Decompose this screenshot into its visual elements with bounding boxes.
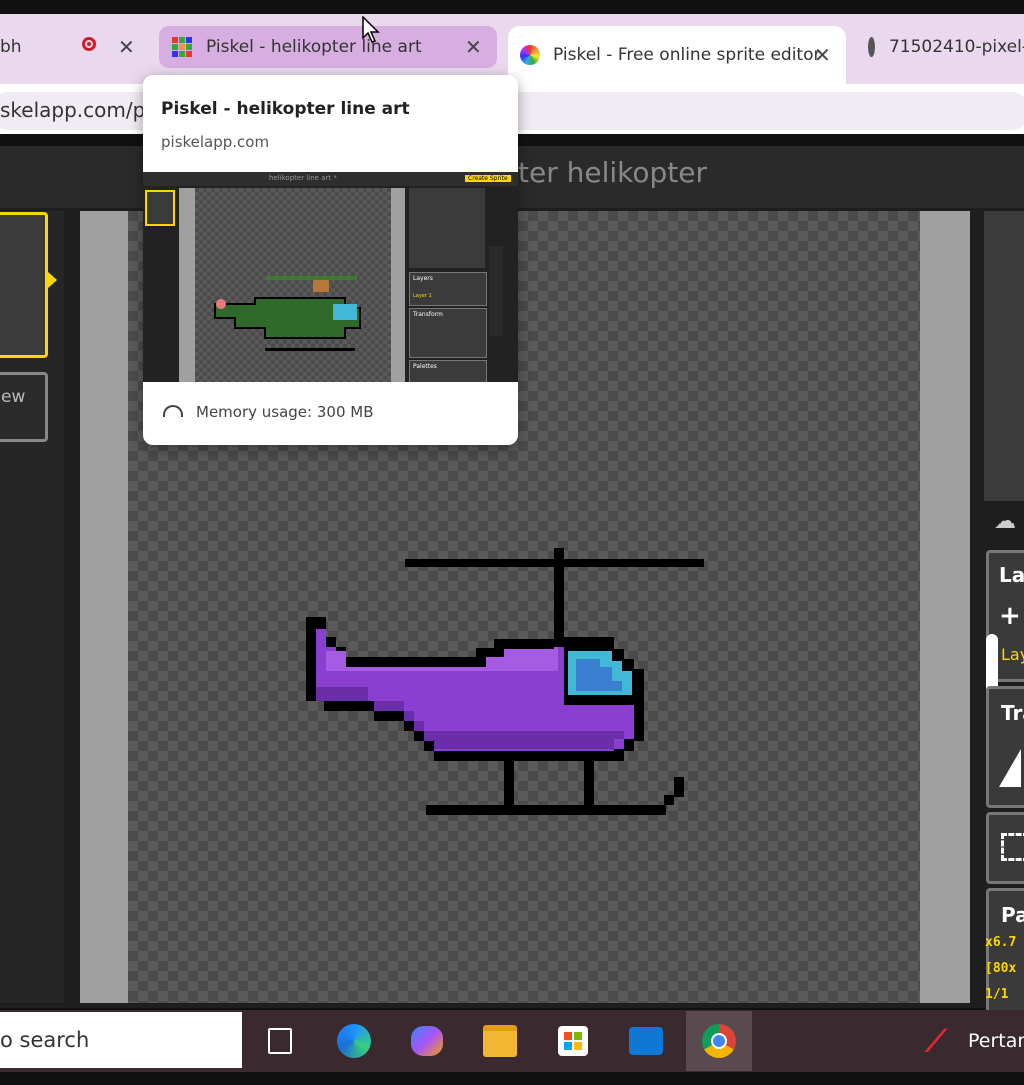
mouse-cursor-icon bbox=[362, 16, 380, 43]
layers-panel-title: La bbox=[999, 563, 1024, 587]
size-info: [80x bbox=[985, 961, 1017, 976]
hover-card-title: Piskel - helikopter line art bbox=[161, 99, 410, 119]
tab-hover-card: Piskel - helikopter line art piskelapp.c… bbox=[143, 75, 518, 445]
tab-1-close-icon[interactable]: ✕ bbox=[118, 35, 135, 59]
frame-selected-arrow-icon bbox=[48, 272, 57, 288]
new-frame-button[interactable]: ew bbox=[0, 372, 48, 442]
memory-usage: Memory usage: 300 MB bbox=[196, 403, 374, 421]
pinned-app-label: Pertan bbox=[968, 1030, 1024, 1052]
thumb-transform-title: Transform bbox=[413, 311, 443, 318]
onion-skin-icon[interactable]: ☁ bbox=[994, 508, 1020, 536]
piskel-logo-icon bbox=[520, 45, 540, 65]
taskbar-search-text: o search bbox=[0, 1028, 90, 1052]
layer-item[interactable]: Lay bbox=[1001, 645, 1024, 664]
thumb-palettes-title: Palettes bbox=[413, 363, 437, 370]
zoom-info: x6.7 bbox=[985, 935, 1017, 950]
tab-1-label: bh bbox=[0, 37, 22, 57]
new-frame-label: ew bbox=[1, 387, 26, 407]
thumb-title: helikopter line art * bbox=[269, 174, 337, 182]
palettes-panel-title: Pa bbox=[1001, 903, 1024, 927]
tab-3-close-icon[interactable]: ✕ bbox=[814, 43, 831, 67]
tab-3-active[interactable]: Piskel - Free online sprite editor ✕ bbox=[508, 26, 846, 84]
cursor-info: x6.7 [80x 1/1 bbox=[985, 930, 1024, 1010]
tab-2[interactable]: Piskel - helikopter line art ✕ bbox=[159, 26, 497, 68]
resize-icon[interactable] bbox=[1001, 833, 1024, 861]
record-icon bbox=[82, 37, 96, 51]
hover-card-thumbnail: helikopter line art * Create Sprite Laye… bbox=[143, 172, 518, 382]
tab-3-label: Piskel - Free online sprite editor bbox=[553, 45, 821, 65]
edge-icon[interactable] bbox=[332, 1019, 376, 1063]
outlook-icon[interactable] bbox=[624, 1019, 668, 1063]
frame-info: 1/1 bbox=[985, 987, 1009, 1002]
sprite-title[interactable]: ter helikopter bbox=[518, 156, 707, 189]
thumb-layer-item: Layer 1 bbox=[413, 293, 432, 299]
transform-panel-title: Tra bbox=[1001, 701, 1024, 725]
tab-4-label: 71502410-pixel- bbox=[888, 37, 1024, 57]
tab-4[interactable]: 71502410-pixel- bbox=[858, 26, 1024, 68]
preview-panel bbox=[984, 211, 1024, 501]
copilot-icon[interactable] bbox=[405, 1019, 449, 1063]
flip-icon[interactable] bbox=[999, 749, 1021, 787]
tab-strip: bh ✕ Piskel - helikopter line art ✕ Pisk… bbox=[0, 14, 1024, 84]
thumb-create-button: Create Sprite bbox=[465, 175, 511, 182]
microsoft-store-icon[interactable] bbox=[551, 1019, 595, 1063]
file-explorer-icon[interactable] bbox=[478, 1019, 522, 1063]
piskel-grid-icon bbox=[172, 37, 192, 57]
hover-card-domain: piskelapp.com bbox=[161, 133, 270, 151]
chrome-icon[interactable] bbox=[697, 1019, 741, 1063]
taskbar-search[interactable]: o search bbox=[0, 1012, 242, 1068]
thumb-layers-title: Layers bbox=[413, 275, 433, 282]
add-layer-icon[interactable]: + bbox=[999, 601, 1021, 631]
tab-2-close-icon[interactable]: ✕ bbox=[465, 35, 482, 59]
tab-2-label: Piskel - helikopter line art bbox=[206, 37, 422, 57]
pinned-app-icon[interactable]: ⟋ bbox=[914, 1019, 958, 1063]
frame-thumbnail-selected[interactable] bbox=[0, 212, 48, 358]
globe-icon bbox=[868, 37, 875, 57]
transform-panel: Tra bbox=[986, 686, 1024, 808]
task-view-icon[interactable] bbox=[258, 1019, 302, 1063]
address-url: skelapp.com/p/c bbox=[0, 98, 164, 122]
resize-panel bbox=[986, 812, 1024, 884]
thumb-army-helicopter bbox=[214, 276, 361, 351]
tab-1[interactable]: bh ✕ bbox=[0, 26, 150, 68]
memory-gauge-icon bbox=[163, 405, 183, 417]
